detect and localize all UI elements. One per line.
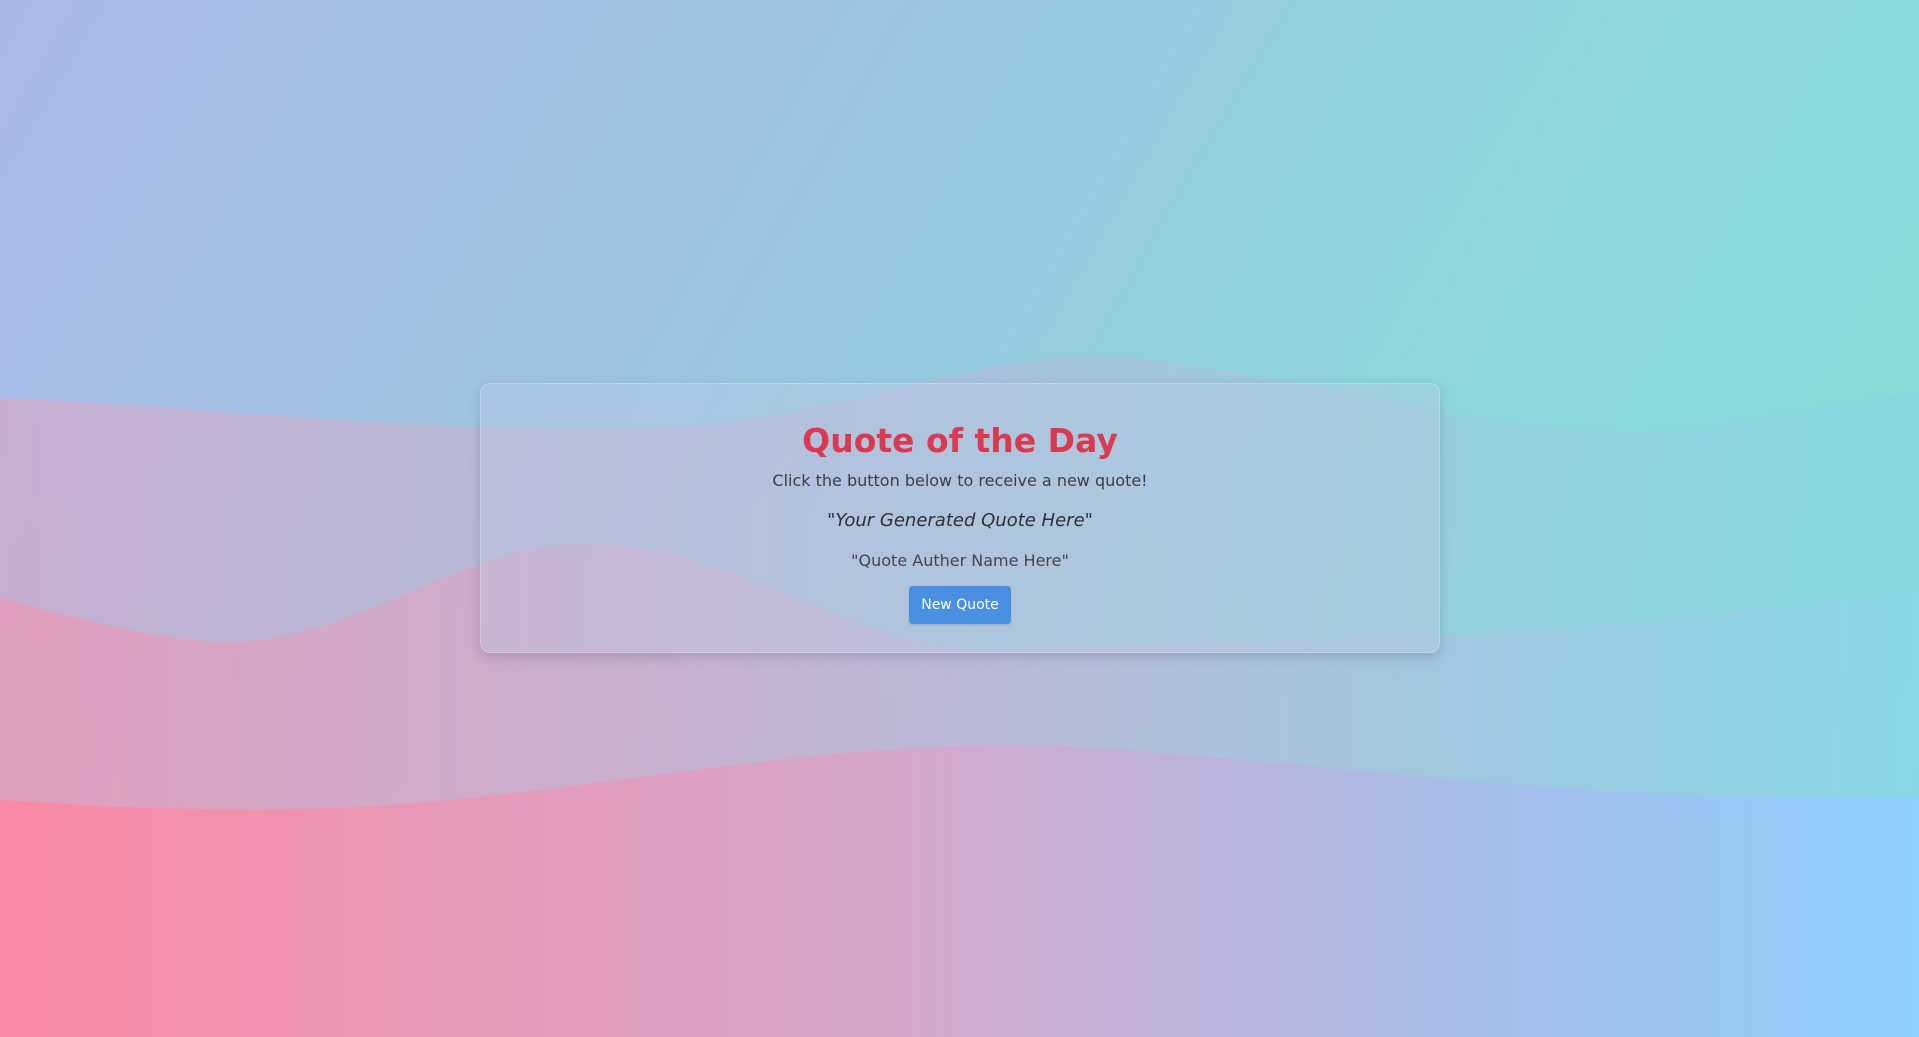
page-title: Quote of the Day	[802, 421, 1118, 460]
quote-author: "Quote Auther Name Here"	[851, 550, 1069, 570]
quote-text: "Your Generated Quote Here"	[827, 509, 1093, 531]
quote-card: Quote of the Day Click the button below …	[480, 383, 1440, 653]
new-quote-button[interactable]: New Quote	[909, 585, 1011, 624]
instruction-text: Click the button below to receive a new …	[772, 470, 1148, 490]
